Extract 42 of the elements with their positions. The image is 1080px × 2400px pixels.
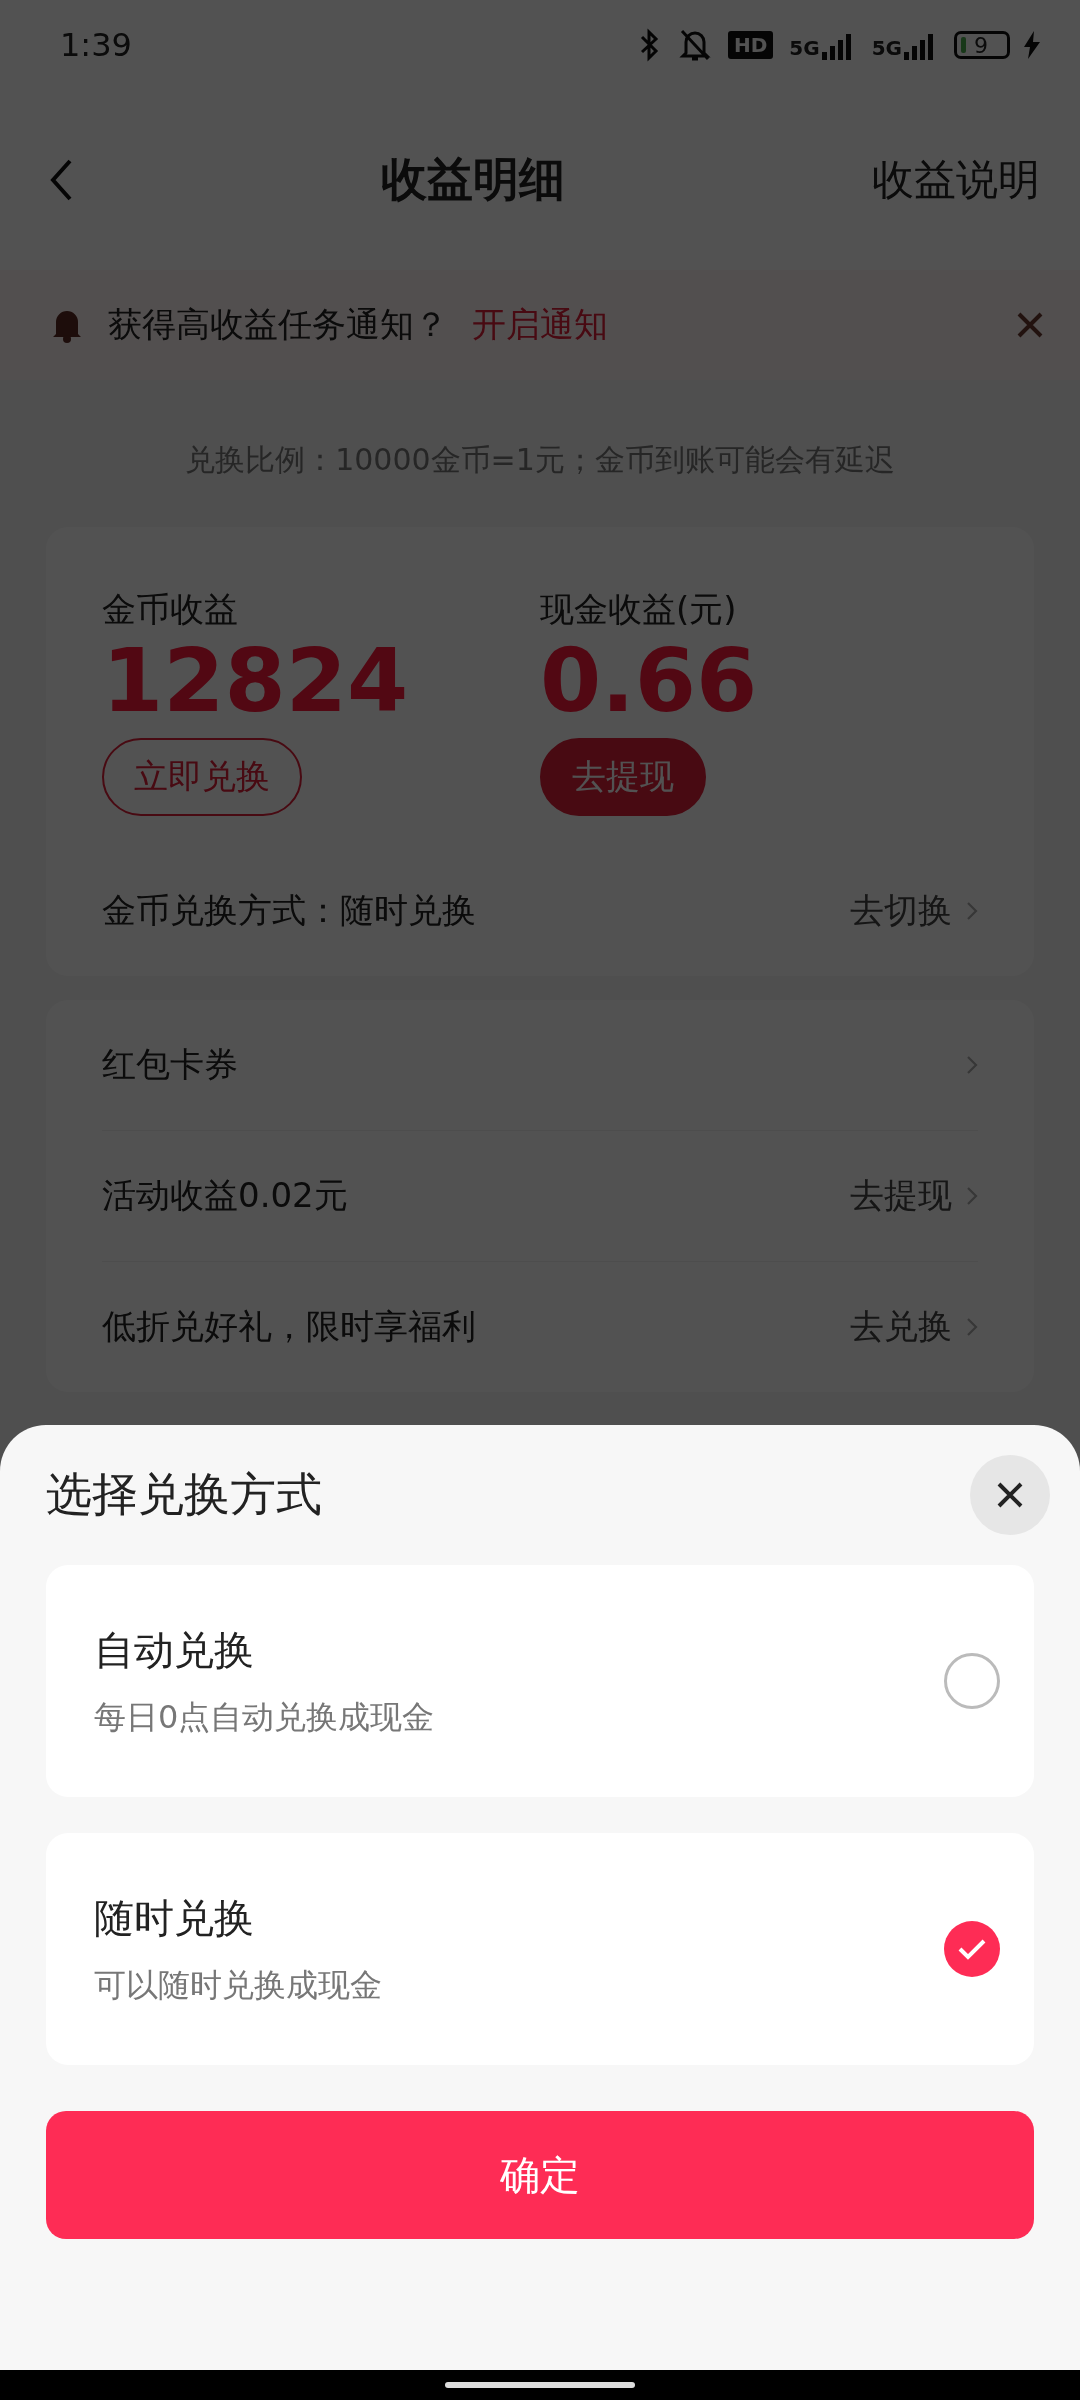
list-item-action[interactable]: 去提现	[850, 1172, 952, 1219]
page-title: 收益明细	[381, 151, 565, 208]
earnings-action-button[interactable]: 立即兑换	[102, 737, 302, 816]
battery-indicator: 9	[954, 31, 1010, 59]
chevron-icon	[966, 900, 978, 921]
option-description: 可以随时兑换成现金	[94, 1964, 382, 2006]
chevron-icon	[966, 1316, 978, 1337]
exchange-mode-label: 金币兑换方式：随时兑换	[102, 888, 476, 932]
status-time: 1:39	[60, 26, 132, 64]
sheet-title: 选择兑换方式	[46, 1466, 322, 1523]
confirm-button[interactable]: 确定	[46, 2111, 1034, 2239]
back-icon[interactable]	[50, 158, 74, 202]
notice-text: 获得高收益任务通知？	[108, 303, 448, 346]
close-icon[interactable]	[1016, 311, 1044, 339]
network-label: 5G	[871, 36, 902, 60]
network-label: 5G	[789, 36, 820, 60]
option-title: 随时兑换	[94, 1893, 255, 1943]
earnings-info-link[interactable]: 收益说明	[872, 152, 1040, 208]
chevron-icon	[966, 1054, 978, 1075]
radio-button[interactable]	[944, 1653, 1000, 1709]
earnings-value: 0.66	[540, 633, 758, 730]
radio-button[interactable]	[944, 1921, 1000, 1977]
chevron-icon	[966, 1185, 978, 1206]
muted-bell-icon	[677, 27, 712, 63]
option-title: 自动兑换	[94, 1625, 255, 1675]
earnings-label: 现金收益(元)	[540, 588, 737, 631]
exchange-option[interactable]: 自动兑换 每日0点自动兑换成现金	[46, 1565, 1034, 1797]
switch-link[interactable]: 去切换	[850, 887, 952, 934]
charging-icon	[1024, 31, 1040, 59]
list-item-label[interactable]: 活动收益0.02元	[102, 1172, 348, 1219]
earnings-value: 12824	[102, 633, 409, 730]
option-description: 每日0点自动兑换成现金	[94, 1696, 435, 1738]
hd-badge: HD	[725, 29, 776, 61]
list-item-action[interactable]: 去兑换	[850, 1303, 952, 1350]
close-icon	[995, 1480, 1025, 1510]
exchange-option[interactable]: 随时兑换 可以随时兑换成现金	[46, 1833, 1034, 2065]
enable-notification-link[interactable]: 开启通知	[472, 302, 608, 348]
checkmark-icon	[957, 1937, 987, 1961]
earnings-label: 金币收益	[102, 588, 238, 631]
list-item-label[interactable]: 低折兑好礼，限时享福利	[102, 1303, 476, 1350]
earnings-action-button[interactable]: 去提现	[540, 737, 706, 816]
list-item-label[interactable]: 红包卡券	[102, 1041, 238, 1088]
